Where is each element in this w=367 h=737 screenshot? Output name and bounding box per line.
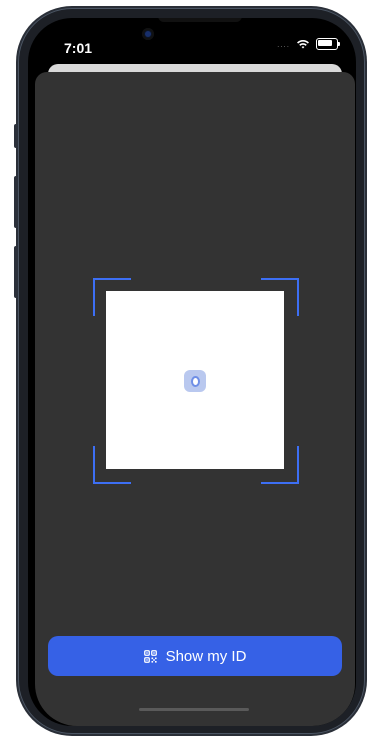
battery-level-fill bbox=[318, 40, 332, 46]
signal-indicator: .... bbox=[277, 39, 290, 49]
app-logo-icon bbox=[184, 370, 206, 392]
status-icons: .... bbox=[277, 38, 340, 50]
status-time: 7:01 bbox=[64, 40, 93, 56]
speaker-notch bbox=[158, 18, 242, 22]
scan-sheet: Show my ID bbox=[35, 72, 355, 726]
show-my-id-button[interactable]: Show my ID bbox=[48, 636, 342, 676]
qr-code-placeholder bbox=[106, 291, 284, 469]
device-screen: 7:01 .... Show my ID bbox=[28, 18, 356, 726]
home-indicator[interactable] bbox=[139, 708, 249, 711]
status-bar: 7:01 .... bbox=[28, 18, 356, 68]
volume-up-button bbox=[14, 176, 18, 228]
mute-switch bbox=[14, 124, 18, 148]
show-my-id-label: Show my ID bbox=[165, 647, 247, 665]
qr-scan-area bbox=[93, 278, 299, 484]
volume-down-button bbox=[14, 246, 18, 298]
battery-icon bbox=[316, 38, 340, 50]
front-camera-icon bbox=[142, 28, 154, 40]
wifi-icon bbox=[297, 40, 309, 49]
qr-code-icon bbox=[143, 649, 157, 663]
